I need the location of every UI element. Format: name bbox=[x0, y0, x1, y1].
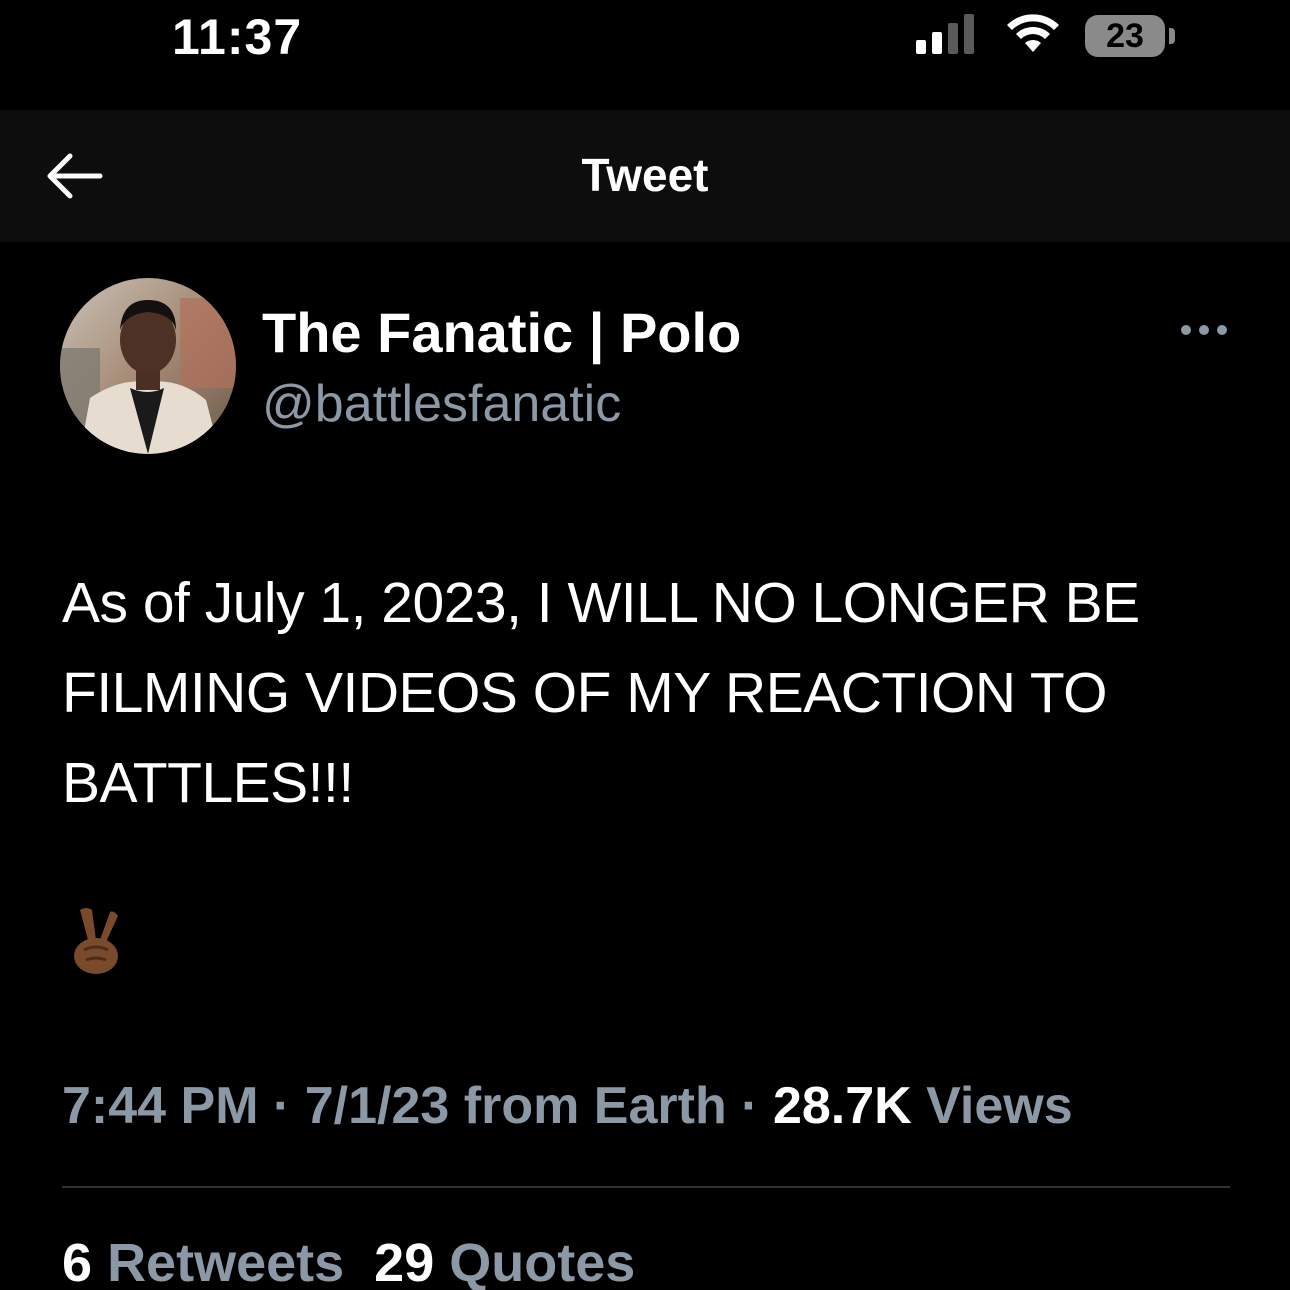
meta-separator: · bbox=[741, 1077, 759, 1135]
author-display-name[interactable]: The Fanatic | Polo bbox=[262, 300, 741, 365]
meta-separator: · bbox=[272, 1077, 291, 1135]
profile-photo bbox=[60, 278, 236, 454]
battery-indicator: 23 bbox=[1085, 15, 1175, 57]
tweet-metadata: 7:44 PM · 7/1/23 from Earth · 28.7K View… bbox=[62, 1076, 1073, 1136]
divider bbox=[62, 1186, 1230, 1188]
tweet-detail-screen: 11:37 23 Tweet The Fanatic | Polo @battl… bbox=[0, 0, 1290, 1290]
tweet-date-source: 7/1/23 from Earth bbox=[304, 1077, 727, 1135]
retweets-stat[interactable]: 6 Retweets bbox=[62, 1233, 344, 1290]
victory-hand-emoji bbox=[74, 908, 118, 974]
views-label: Views bbox=[926, 1077, 1073, 1135]
quotes-stat[interactable]: 29 Quotes bbox=[374, 1233, 635, 1290]
wifi-icon bbox=[1007, 14, 1059, 52]
status-bar: 11:37 23 bbox=[0, 0, 1290, 80]
retweets-count: 6 bbox=[62, 1233, 93, 1290]
tweet-text: As of July 1, 2023, I WILL NO LONGER BE … bbox=[62, 571, 1140, 815]
quotes-count: 29 bbox=[374, 1233, 435, 1290]
avatar[interactable] bbox=[60, 278, 236, 454]
engagement-stats: 6 Retweets 29 Quotes bbox=[62, 1232, 635, 1290]
author-handle[interactable]: @battlesfanatic bbox=[262, 374, 621, 434]
page-title: Tweet bbox=[581, 149, 709, 201]
more-options-button[interactable] bbox=[1178, 316, 1230, 344]
ellipsis-icon bbox=[1181, 325, 1227, 335]
retweets-label: Retweets bbox=[107, 1233, 345, 1290]
battery-level: 23 bbox=[1106, 17, 1144, 55]
battery-cap bbox=[1169, 28, 1175, 44]
cellular-signal-icon bbox=[916, 14, 974, 54]
tweet-time: 7:44 PM bbox=[62, 1077, 259, 1135]
quotes-label: Quotes bbox=[449, 1233, 636, 1290]
top-nav-bar: Tweet bbox=[0, 110, 1290, 242]
status-time: 11:37 bbox=[172, 9, 303, 65]
views-count: 28.7K bbox=[772, 1077, 912, 1135]
